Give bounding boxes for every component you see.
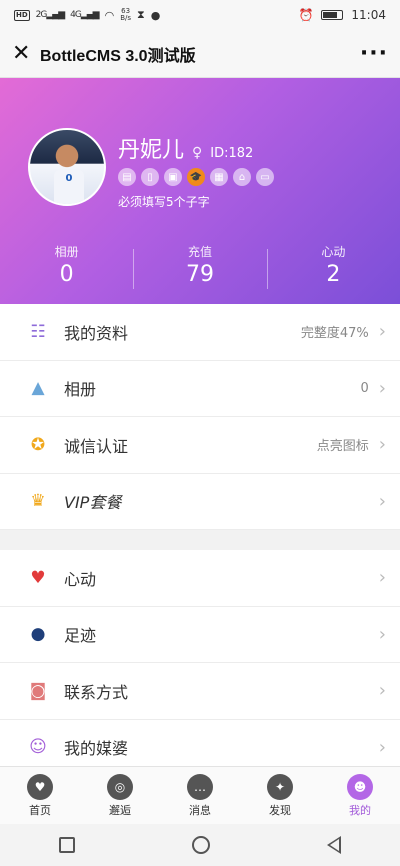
id-card-icon[interactable]: ▤: [118, 168, 136, 186]
system-nav-bar: [0, 824, 400, 866]
footprint-icon: ●: [30, 624, 46, 645]
chevron-right-icon: ›: [378, 567, 386, 589]
chevron-right-icon: ›: [378, 377, 386, 399]
tab-label: 邂逅: [109, 803, 131, 817]
chevron-right-icon: ›: [378, 736, 386, 758]
picture-icon: ▲: [31, 378, 45, 399]
title-bar: ✕ BottleCMS 3.0测试版 ···: [0, 30, 400, 78]
stat-value: 79: [185, 262, 214, 287]
menu-label: 相册: [64, 380, 97, 400]
user-name: 丹妮儿: [118, 138, 185, 163]
tab-label: 发现: [269, 803, 291, 817]
house-icon[interactable]: ⌂: [233, 168, 251, 186]
chevron-right-icon: ›: [378, 680, 386, 702]
chevron-right-icon: ›: [378, 623, 386, 645]
alarm-icon: ⏰: [298, 8, 314, 22]
matchmaker-icon: ☺: [29, 737, 47, 758]
page-title: BottleCMS 3.0测试版: [40, 47, 196, 65]
menu-group-2: ♥ 心动 › ● 足迹 › ◙ 联系方式 › ☺ 我的媒婆 ›: [0, 550, 400, 776]
menu-label: VIP套餐: [64, 493, 122, 513]
menu-value: 完整度47%: [300, 326, 369, 342]
work-icon[interactable]: ▦: [210, 168, 228, 186]
profile-card-icon: ☷: [30, 321, 46, 342]
back-icon[interactable]: [327, 836, 342, 854]
menu-group-1: ☷ 我的资料 完整度47% › ▲ 相册 0 › ✪ 诚信认证 点亮图标 › ♛ VIP套餐 ›: [0, 304, 400, 530]
menu-label: 我的媒婆: [64, 739, 129, 759]
tab-label: 消息: [189, 803, 211, 817]
menu-value: 0: [360, 380, 369, 396]
phone-icon[interactable]: ▯: [141, 168, 159, 186]
menu-label: 足迹: [64, 626, 97, 646]
heartbeat-icon: ♥: [30, 567, 46, 588]
photo-icon[interactable]: ▣: [164, 168, 182, 186]
user-id: ID:182: [210, 146, 254, 161]
divider: [0, 530, 400, 550]
home-icon[interactable]: [191, 836, 210, 854]
tab-messages[interactable]: … 消息: [160, 767, 240, 824]
chevron-right-icon: ›: [378, 434, 386, 456]
menu-album[interactable]: ▲ 相册 0 ›: [0, 361, 400, 417]
medal-icon: ✪: [30, 434, 46, 455]
status-bar: HD 2G▂▄▆ 4G▂▄▆ ◠ 63 B/s ⧗ ● ⏰ 11:04: [0, 0, 400, 30]
user-icon: ☻: [347, 773, 373, 800]
tab-label: 我的: [349, 803, 371, 817]
signal-icon-2: 4G▂▄▆: [70, 10, 99, 20]
car-icon[interactable]: ▭: [256, 168, 274, 186]
stat-label: 心动: [321, 245, 346, 259]
contact-card-icon: ◙: [29, 680, 47, 701]
menu-verification[interactable]: ✪ 诚信认证 点亮图标 ›: [0, 417, 400, 474]
stat-label: 充值: [187, 245, 212, 259]
more-icon[interactable]: ···: [360, 41, 388, 66]
profile-stats: 相册 0 充值 79 心动 2: [0, 243, 400, 289]
tab-me[interactable]: ☻ 我的: [320, 767, 400, 824]
tab-encounter[interactable]: ◎ 邂逅: [80, 767, 160, 824]
message-icon: ●: [150, 8, 161, 22]
recent-apps-icon[interactable]: [58, 837, 75, 853]
crown-icon: ♛: [30, 491, 46, 512]
tab-label: 首页: [29, 803, 51, 817]
target-icon: ◎: [107, 773, 133, 800]
menu-label: 心动: [64, 569, 97, 589]
chat-icon: …: [187, 773, 213, 800]
menu-value: 点亮图标: [316, 439, 369, 455]
female-icon: ♀: [192, 145, 203, 161]
stat-value: 0: [59, 262, 74, 287]
profile-header: 0 丹妮儿 ♀ ID:182 ▤ ▯ ▣ 🎓 ▦ ⌂ ▭ 必须填写5个子字 相册 0 充值 79 心…: [0, 78, 400, 304]
battery-icon: [321, 10, 344, 20]
menu-footprints[interactable]: ● 足迹 ›: [0, 607, 400, 663]
stat-item[interactable]: 相册 0: [0, 243, 133, 287]
verification-badges: ▤ ▯ ▣ 🎓 ▦ ⌂ ▭: [118, 168, 274, 186]
avatar[interactable]: 0: [28, 128, 106, 206]
stat-label: 相册: [54, 245, 79, 259]
menu-my-profile[interactable]: ☷ 我的资料 完整度47% ›: [0, 304, 400, 361]
chevron-right-icon: ›: [378, 321, 386, 343]
menu-label: 联系方式: [64, 682, 129, 702]
menu-vip[interactable]: ♛ VIP套餐 ›: [0, 474, 400, 530]
stat-item[interactable]: 充值 79: [133, 243, 266, 289]
menu-label: 我的资料: [64, 323, 129, 343]
menu-likes[interactable]: ♥ 心动 ›: [0, 550, 400, 607]
tab-home[interactable]: ♥ 首页: [0, 767, 80, 824]
tab-discover[interactable]: ✦ 发现: [240, 767, 320, 824]
close-icon[interactable]: ✕: [12, 41, 40, 66]
hearts-icon: ♥: [27, 773, 53, 800]
avatar-jersey: 0: [54, 170, 84, 204]
stat-value: 2: [326, 262, 341, 287]
compass-icon: ✦: [267, 773, 293, 800]
wifi-icon: ◠: [104, 8, 115, 22]
education-icon[interactable]: 🎓: [187, 168, 205, 186]
profile-tip: 必须填写5个子字: [118, 195, 210, 209]
menu-label: 诚信认证: [64, 436, 129, 456]
hourglass-icon: ⧗: [137, 8, 145, 21]
clock: 11:04: [351, 8, 386, 22]
chevron-right-icon: ›: [378, 490, 386, 512]
menu-contact[interactable]: ◙ 联系方式 ›: [0, 663, 400, 720]
stat-item[interactable]: 心动 2: [266, 243, 400, 289]
tab-bar: ♥ 首页 ◎ 邂逅 … 消息 ✦ 发现 ☻ 我的: [0, 766, 400, 824]
signal-icon: 2G▂▄▆: [35, 10, 65, 20]
network-speed: 63 B/s: [120, 7, 132, 22]
hd-indicator: HD: [14, 9, 30, 21]
